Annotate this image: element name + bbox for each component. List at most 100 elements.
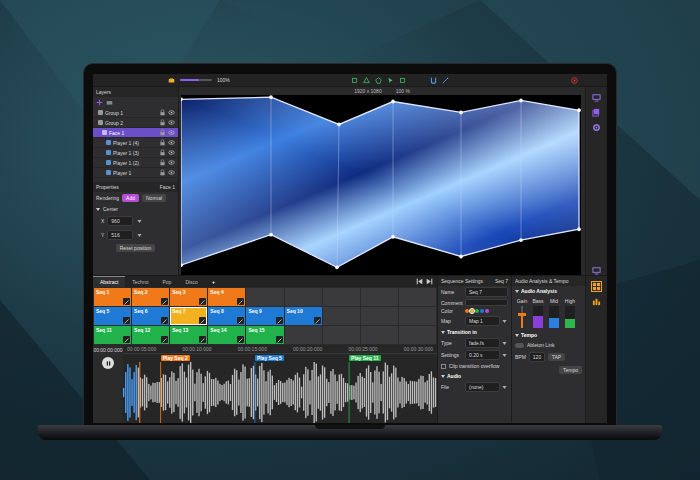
lock-icon[interactable] [159, 139, 166, 146]
field-input[interactable]: Seq 7 [465, 287, 508, 297]
cue-marker[interactable]: Play Seq 11 [349, 355, 381, 361]
add-tab-button[interactable]: + [205, 277, 222, 287]
color-swatch[interactable] [475, 309, 479, 313]
sequence-cell[interactable]: Seq 13 [170, 326, 207, 344]
magnet-icon[interactable] [430, 77, 437, 84]
eye-icon[interactable] [168, 119, 175, 126]
edit-button[interactable] [199, 317, 206, 324]
layer-row[interactable]: Player 1 (3) [93, 148, 178, 158]
dropdown-icon[interactable] [501, 318, 508, 325]
field-input[interactable]: 0.20 s [465, 350, 500, 360]
sequence-cell[interactable]: Seq 8 [208, 307, 245, 325]
edit-button[interactable] [237, 298, 244, 305]
eye-icon[interactable] [168, 159, 175, 166]
add-layer-icon[interactable] [96, 99, 103, 106]
previous-icon[interactable] [416, 278, 423, 285]
layer-row[interactable]: Face 1 [93, 128, 178, 138]
cue-marker[interactable]: Play Seq 5 [255, 355, 284, 361]
sequence-tab[interactable]: Disco [178, 277, 205, 287]
stepper-icon[interactable] [136, 218, 143, 225]
layers-icon[interactable] [592, 108, 601, 117]
slider-knob[interactable] [518, 313, 526, 316]
overflow-checkbox[interactable] [441, 364, 446, 369]
empty-cell[interactable] [246, 288, 283, 306]
sequence-tab[interactable]: Pop [155, 277, 178, 287]
tap-button[interactable]: TAP [548, 353, 565, 361]
empty-cell[interactable] [399, 288, 436, 306]
edit-button[interactable] [237, 336, 244, 343]
square-tool-icon[interactable] [351, 77, 358, 84]
next-icon[interactable] [426, 278, 433, 285]
layer-row[interactable]: Group 1 [93, 108, 178, 118]
pause-button[interactable] [102, 357, 114, 369]
polygon-tool-icon[interactable] [375, 77, 382, 84]
eye-icon[interactable] [168, 149, 175, 156]
sequence-tab[interactable]: Abstract [93, 276, 125, 287]
sequence-cell[interactable]: Seq 3 [170, 288, 207, 306]
sequence-cell[interactable]: Seq 7 [170, 307, 207, 325]
empty-cell[interactable] [399, 307, 436, 325]
edit-button[interactable] [161, 317, 168, 324]
sequence-cell[interactable]: Seq 15 [246, 326, 283, 344]
eye-icon[interactable] [168, 129, 175, 136]
edit-button[interactable] [161, 298, 168, 305]
dropdown-icon[interactable] [501, 340, 508, 347]
bpm-input[interactable]: 120 [529, 352, 545, 362]
cue-marker[interactable]: Play Seq 2 [161, 355, 190, 361]
eye-icon[interactable] [168, 109, 175, 116]
color-swatch[interactable] [480, 309, 484, 313]
field-input[interactable]: (none) [465, 382, 500, 392]
empty-cell[interactable] [361, 288, 398, 306]
layer-row[interactable]: Player 1 [93, 168, 178, 178]
empty-cell[interactable] [323, 288, 360, 306]
empty-cell[interactable] [323, 326, 360, 344]
layer-row[interactable]: Group 2 [93, 118, 178, 128]
color-swatch[interactable] [485, 309, 489, 313]
empty-cell[interactable] [361, 307, 398, 325]
empty-cell[interactable] [323, 307, 360, 325]
empty-cell[interactable] [361, 326, 398, 344]
settings-icon[interactable] [592, 123, 601, 132]
color-swatch[interactable] [465, 309, 469, 313]
audio-view-icon[interactable] [592, 297, 601, 306]
eye-icon[interactable] [168, 139, 175, 146]
sequence-cell[interactable]: Seq 4 [208, 288, 245, 306]
edit-button[interactable] [161, 336, 168, 343]
lock-icon[interactable] [159, 129, 166, 136]
edit-button[interactable] [276, 336, 283, 343]
dropdown-icon[interactable] [501, 352, 508, 359]
triangle-tool-icon[interactable] [363, 77, 370, 84]
output-canvas[interactable] [181, 95, 581, 275]
record-icon[interactable] [571, 77, 578, 84]
edit-button[interactable] [237, 317, 244, 324]
lock-icon[interactable] [159, 109, 166, 116]
sequence-cell[interactable]: Seq 1 [94, 288, 131, 306]
edit-button[interactable] [123, 317, 130, 324]
lock-icon[interactable] [159, 159, 166, 166]
sequence-cell[interactable]: Seq 14 [208, 326, 245, 344]
monitor-icon[interactable] [592, 93, 601, 102]
edit-button[interactable] [199, 298, 206, 305]
sequence-cell[interactable]: Seq 12 [132, 326, 169, 344]
grid-view-icon[interactable] [592, 282, 601, 291]
mapped-surface[interactable] [181, 95, 581, 275]
edit-button[interactable] [314, 317, 321, 324]
zoom-slider[interactable] [180, 79, 212, 81]
audio-waveform[interactable] [123, 362, 437, 423]
layer-row[interactable]: Player 1 (2) [93, 158, 178, 168]
tempo-button[interactable]: Tempo [559, 366, 582, 374]
edit-button[interactable] [123, 336, 130, 343]
edit-button[interactable] [123, 298, 130, 305]
empty-cell[interactable] [285, 288, 322, 306]
transform-tool-icon[interactable] [399, 77, 406, 84]
empty-cell[interactable] [399, 326, 436, 344]
layer-row[interactable]: Player 1 (4) [93, 138, 178, 148]
sequence-cell[interactable]: Seq 6 [132, 307, 169, 325]
folder-icon[interactable] [106, 99, 113, 106]
center-section[interactable]: Center [93, 204, 178, 214]
output-icon[interactable] [592, 266, 601, 275]
reset-button[interactable]: Reset position [116, 244, 156, 252]
mode-button[interactable]: Add [122, 194, 139, 202]
lock-icon[interactable] [159, 119, 166, 126]
edit-button[interactable] [199, 336, 206, 343]
